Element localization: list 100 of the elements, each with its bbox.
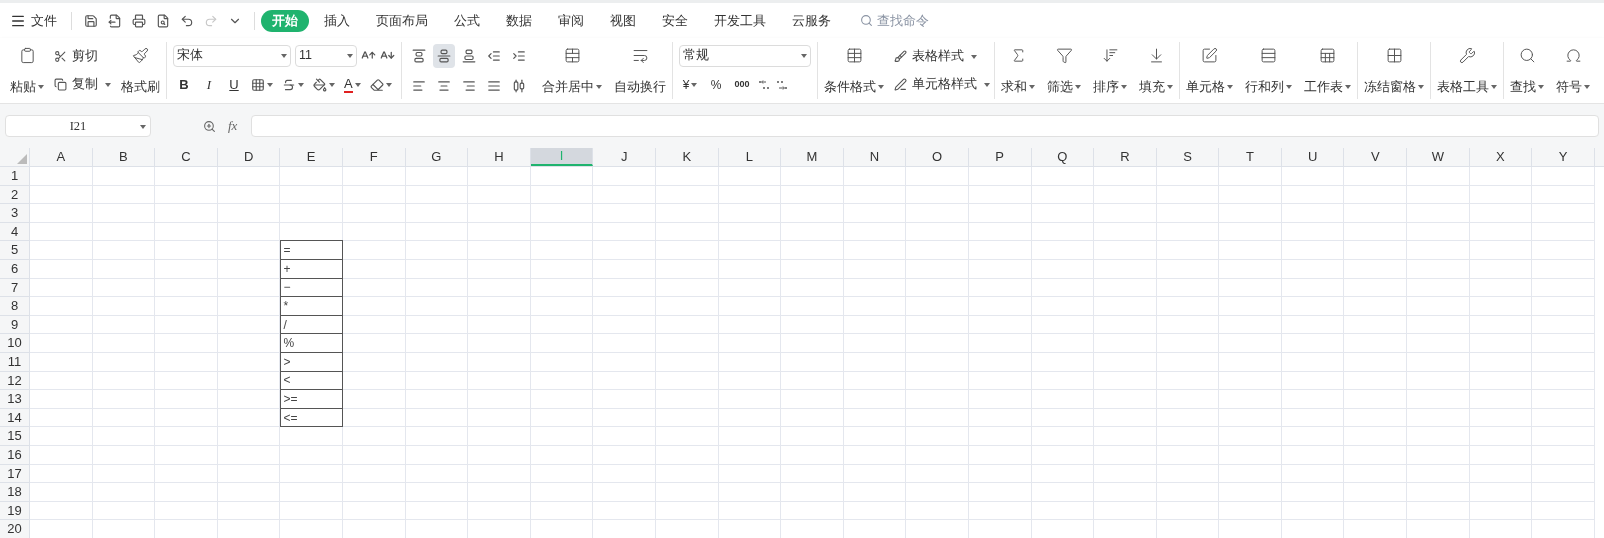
table-cell: = — [280, 240, 343, 260]
column-header[interactable]: G — [405, 148, 469, 166]
cut-button[interactable]: 剪切 — [50, 44, 115, 69]
ribbon-button[interactable]: 查找 — [1504, 42, 1550, 99]
print-icon[interactable] — [132, 13, 146, 28]
thousands-button[interactable]: 000 — [731, 72, 753, 97]
percent-button[interactable]: % — [705, 72, 727, 97]
column-header[interactable]: R — [1094, 148, 1157, 166]
ribbon-tab[interactable]: 审阅 — [547, 9, 595, 32]
name-box[interactable]: I21 — [5, 115, 151, 137]
bold-button[interactable]: B — [173, 72, 195, 97]
caret-icon — [1227, 85, 1233, 90]
undo-icon[interactable] — [180, 13, 194, 28]
column-header[interactable]: K — [655, 148, 719, 166]
column-header[interactable]: O — [906, 148, 969, 166]
column-header[interactable]: J — [593, 148, 656, 166]
justify-icon — [487, 78, 501, 93]
ribbon-button[interactable]: 表格工具 — [1431, 42, 1503, 99]
column-header[interactable]: L — [718, 148, 782, 166]
row-header[interactable]: 3 — [0, 204, 30, 223]
merge-cells-icon — [563, 46, 581, 64]
ribbon-button[interactable]: 行和列 — [1239, 42, 1298, 99]
row-header[interactable]: 8 — [0, 297, 30, 316]
ribbon-button[interactable]: 符号 — [1550, 42, 1596, 99]
fx-label[interactable]: fx — [228, 116, 238, 136]
ribbon-tab[interactable]: 公式 — [443, 9, 491, 32]
column-header[interactable]: S — [1156, 148, 1220, 166]
paint-bucket-icon — [313, 77, 327, 92]
ribbon-tab[interactable]: 安全 — [651, 9, 699, 32]
border-icon — [251, 77, 265, 92]
copy-button[interactable]: 复制 — [50, 72, 115, 97]
file-menu-button[interactable]: 文件 — [10, 10, 65, 31]
ribbon-tab[interactable]: 云服务 — [781, 9, 842, 32]
ribbon-button[interactable]: 单元格 — [1180, 42, 1239, 99]
cell-style-button[interactable]: 单元格样式 — [890, 72, 994, 97]
row-header[interactable]: 1 — [0, 167, 30, 186]
column-header[interactable]: V — [1344, 148, 1408, 166]
ribbon-button[interactable]: 筛选 — [1041, 42, 1087, 99]
ribbon-button[interactable]: 粘贴 — [4, 42, 50, 99]
column-header[interactable]: A — [30, 148, 93, 166]
column-header[interactable]: N — [843, 148, 907, 166]
currency-button[interactable]: ¥ — [679, 72, 701, 97]
preview-icon[interactable] — [156, 13, 170, 28]
formula-input-field[interactable] — [251, 115, 1599, 137]
zoom-icon[interactable] — [203, 119, 216, 133]
ribbon-tab[interactable]: 数据 — [495, 9, 543, 32]
column-header[interactable]: Q — [1031, 148, 1095, 166]
ribbon-tab[interactable]: 视图 — [599, 9, 647, 32]
column-header[interactable]: M — [781, 148, 844, 166]
select-all-corner-icon[interactable] — [17, 154, 27, 164]
table-cell: − — [280, 277, 343, 298]
ribbon-button[interactable]: 条件格式 — [818, 42, 890, 99]
row-header[interactable]: 18 — [0, 483, 30, 502]
table-style-button[interactable]: 表格样式 — [890, 44, 994, 69]
ribbon-button[interactable]: 合并居中 — [536, 42, 608, 99]
font-size-select[interactable]: 11 — [295, 44, 357, 67]
ribbon-button[interactable]: 冻结窗格 — [1358, 42, 1430, 99]
ribbon-button[interactable]: 填充 — [1133, 42, 1179, 99]
underline-button[interactable]: U — [223, 72, 245, 97]
pen-icon — [894, 78, 907, 91]
column-header[interactable]: F — [342, 148, 406, 166]
ribbon-button[interactable]: 自动换行 — [608, 42, 672, 99]
column-header[interactable]: C — [155, 148, 218, 166]
row-header[interactable]: 10 — [0, 334, 30, 353]
italic-button[interactable]: I — [198, 72, 220, 97]
ribbon-button[interactable]: 排序 — [1087, 42, 1133, 99]
number-format-select[interactable]: 常规 — [679, 44, 811, 67]
column-header[interactable]: W — [1407, 148, 1470, 166]
row-header[interactable]: 20 — [0, 520, 30, 538]
ribbon-tab[interactable]: 页面布局 — [365, 9, 439, 32]
font-name-select[interactable]: 宋体 — [173, 44, 291, 67]
ribbon-tab[interactable]: 开发工具 — [703, 9, 777, 32]
ribbon-tab[interactable]: 插入 — [313, 9, 361, 32]
caret-icon — [38, 85, 44, 90]
column-header[interactable]: Y — [1532, 148, 1595, 166]
row-header[interactable]: 5 — [0, 241, 30, 260]
ribbon-button[interactable]: 求和 — [995, 42, 1041, 99]
column-header[interactable]: D — [217, 148, 281, 166]
font-color-button[interactable]: A — [341, 72, 364, 97]
align-button[interactable] — [433, 43, 455, 68]
ribbon-button[interactable]: 工作表 — [1298, 42, 1357, 99]
caret-icon — [1584, 85, 1590, 90]
search-icon — [860, 14, 873, 27]
column-header[interactable]: E — [280, 148, 343, 166]
caret-icon — [1418, 85, 1424, 90]
ribbon-button[interactable]: 格式刷 — [115, 42, 166, 99]
column-header[interactable]: T — [1219, 148, 1282, 166]
row-header[interactable]: 15 — [0, 427, 30, 446]
column-header[interactable]: H — [468, 148, 531, 166]
column-header[interactable]: P — [968, 148, 1032, 166]
caret-icon — [1538, 85, 1544, 90]
export-icon[interactable] — [108, 13, 122, 28]
caret-icon — [1121, 85, 1127, 90]
caret-icon — [878, 85, 884, 90]
column-header[interactable]: X — [1469, 148, 1533, 166]
column-header[interactable]: U — [1281, 148, 1345, 166]
column-header[interactable]: B — [92, 148, 156, 166]
increase-decimal-icon[interactable] — [757, 77, 771, 92]
save-icon[interactable] — [84, 13, 98, 28]
row-header[interactable]: 13 — [0, 390, 30, 409]
